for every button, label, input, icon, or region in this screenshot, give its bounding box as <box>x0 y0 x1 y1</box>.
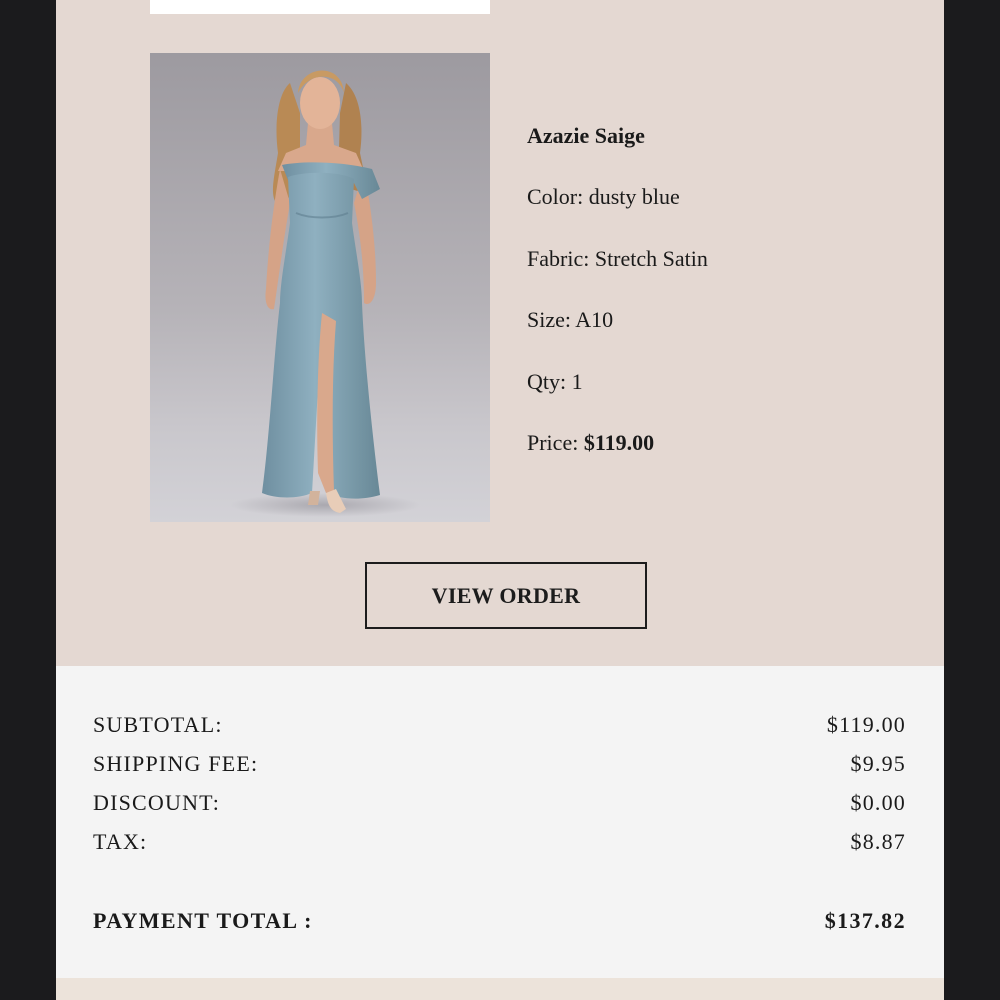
qty-value: 1 <box>571 368 583 394</box>
product-qty: Qty: 1 <box>527 366 927 427</box>
price-value: $119.00 <box>583 429 655 455</box>
shipping-label: SHIPPING FEE: <box>93 751 259 776</box>
fabric-label: Fabric: <box>527 245 590 271</box>
view-order-button[interactable]: VIEW ORDER <box>365 562 647 629</box>
discount-row: DISCOUNT: $0.00 <box>93 788 906 818</box>
order-summary: SUBTOTAL: $119.00 SHIPPING FEE: $9.95 DI… <box>56 666 944 978</box>
product-image[interactable] <box>150 53 490 522</box>
product-name: Azazie Saige <box>527 123 645 148</box>
subtotal-row: SUBTOTAL: $119.00 <box>93 710 906 740</box>
shipping-row: SHIPPING FEE: $9.95 <box>93 749 906 779</box>
tax-value: $8.87 <box>850 829 906 854</box>
discount-label: DISCOUNT: <box>93 790 221 815</box>
payment-total-row: PAYMENT TOTAL : $137.82 <box>93 906 906 936</box>
product-details: Azazie Saige Color: dusty blue Fabric: S… <box>527 120 927 488</box>
qty-label: Qty: <box>527 368 567 394</box>
size-label: Size: <box>527 307 571 333</box>
subtotal-label: SUBTOTAL: <box>93 712 223 737</box>
subtotal-value: $119.00 <box>826 712 906 737</box>
shipping-value: $9.95 <box>850 751 906 776</box>
product-fabric: Fabric: Stretch Satin <box>527 243 927 304</box>
product-color: Color: dusty blue <box>527 181 927 242</box>
footer-strip <box>56 978 944 1000</box>
email-body: Azazie Saige Color: dusty blue Fabric: S… <box>56 0 944 1000</box>
tax-label: TAX: <box>93 829 148 854</box>
color-value: dusty blue <box>588 184 680 210</box>
tax-row: TAX: $8.87 <box>93 827 906 857</box>
previous-item-image-edge <box>150 0 490 14</box>
discount-value: $0.00 <box>850 790 906 815</box>
fabric-value: Stretch Satin <box>594 245 708 271</box>
size-value: A10 <box>575 307 614 333</box>
color-label: Color: <box>527 184 584 210</box>
dress-illustration <box>230 70 420 517</box>
payment-total-label: PAYMENT TOTAL : <box>93 908 313 933</box>
price-label: Price: <box>527 429 579 455</box>
payment-total-value: $137.82 <box>824 908 906 933</box>
product-price: Price: $119.00 <box>527 427 927 488</box>
product-size: Size: A10 <box>527 304 927 365</box>
